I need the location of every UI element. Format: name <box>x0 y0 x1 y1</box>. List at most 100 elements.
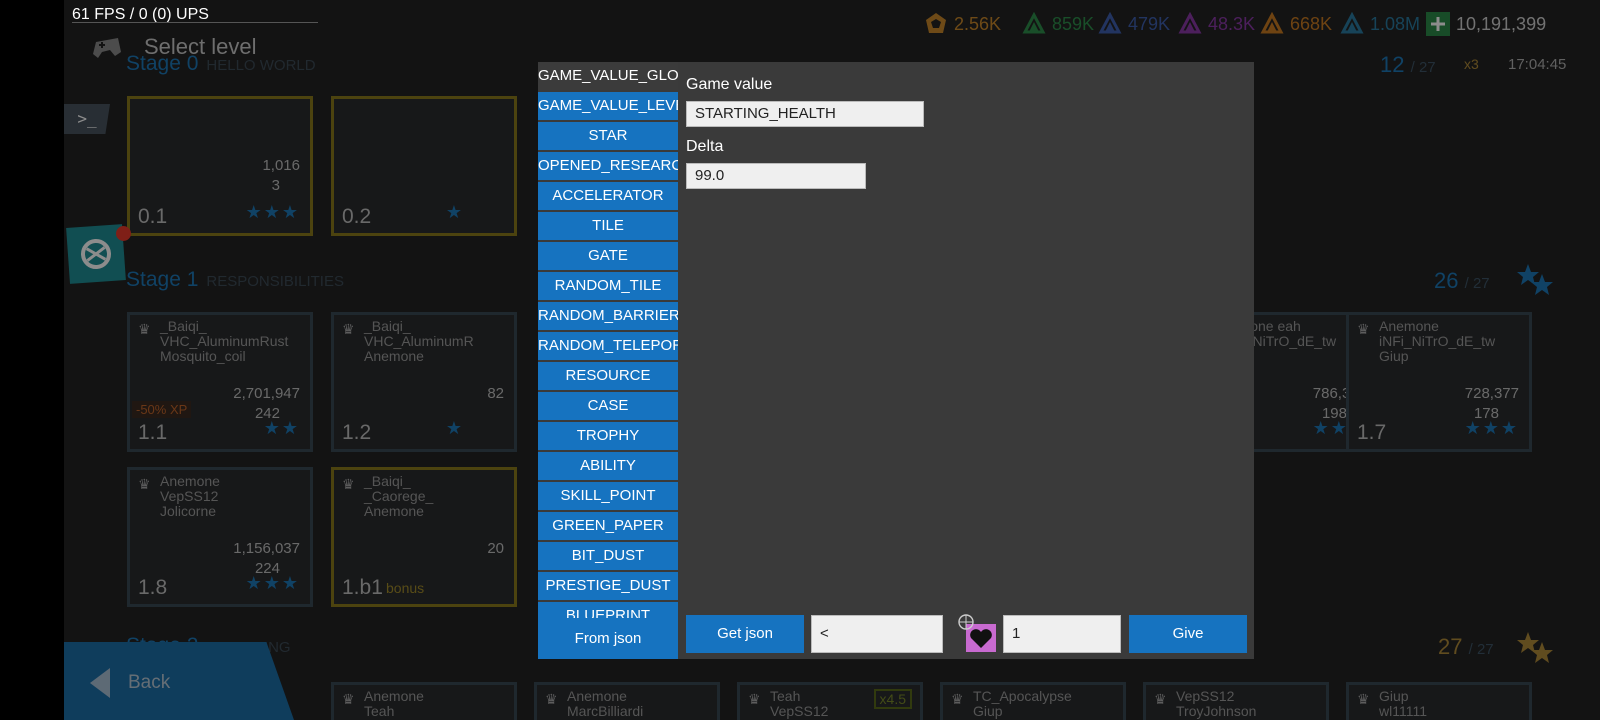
level-waves: 3 <box>271 177 280 194</box>
category-gate[interactable]: GATE <box>538 242 678 270</box>
resource-value: 10,191,399 <box>1456 13 1547 34</box>
resource-teal-crystal: 1.08M <box>1340 12 1420 36</box>
level-card-2-a[interactable]: ♛ Anemone Teah <box>331 682 517 720</box>
level-authors: Anemone VepSS12 Jolicorne <box>160 473 220 519</box>
level-card-0-1[interactable]: 1,016 3 0.1 ★★★ <box>127 96 313 236</box>
category-list[interactable]: GAME_VALUE_GLOBALGAME_VALUE_LEVELSTAROPE… <box>538 62 678 659</box>
heart-icon[interactable] <box>958 614 998 654</box>
amount-input[interactable]: 1 <box>1003 615 1121 653</box>
stage-total: / 27 <box>1464 275 1490 292</box>
level-card-0-2[interactable]: 0.2 ★ <box>331 96 517 236</box>
level-score: 1,016 <box>262 157 300 174</box>
resource-value: 479K <box>1128 13 1171 34</box>
level-card-1-8[interactable]: ♛ Anemone VepSS12 Jolicorne 1,156,037 22… <box>127 467 313 607</box>
level-card-1-1[interactable]: ♛ _Baiqi_ VHC_AluminumRust Mosquito_coil… <box>127 312 313 452</box>
category-prestige-dust[interactable]: PRESTIGE_DUST <box>538 572 678 600</box>
category-random-barrier[interactable]: RANDOM_BARRIER <box>538 302 678 330</box>
teal-crystal-icon <box>1340 12 1364 34</box>
category-resource[interactable]: RESOURCE <box>538 362 678 390</box>
stage-title: Stage 0 <box>126 52 199 75</box>
bonus-badge: bonus <box>386 580 425 596</box>
stage-count: 27 <box>1438 634 1463 659</box>
crown-icon: ♛ <box>138 476 151 492</box>
game-value-input[interactable]: STARTING_HEALTH <box>686 101 924 127</box>
stars-icon <box>1517 264 1553 295</box>
level-authors: Giup wl11111 <box>1379 688 1427 719</box>
give-button[interactable]: Give <box>1129 615 1247 653</box>
category-game-value-global[interactable]: GAME_VALUE_GLOBAL <box>538 62 678 90</box>
back-button[interactable]: Back <box>64 642 294 720</box>
from-json-button[interactable]: From json <box>538 618 678 659</box>
category-random-teleport[interactable]: RANDOM_TELEPORT <box>538 332 678 360</box>
crown-icon: ♛ <box>951 691 964 707</box>
terminal-button[interactable]: >_ <box>64 104 110 134</box>
level-card-2-b[interactable]: ♛ Anemone MarcBilliardi <box>534 682 720 720</box>
level-card-2-f[interactable]: ♛ Giup wl11111 <box>1346 682 1532 720</box>
level-card-1-7[interactable]: ♛ Anemone iNFi_NiTrO_dE_tw Giup 728,377 … <box>1346 312 1532 452</box>
stage-count: 26 <box>1434 268 1459 293</box>
timer-multiplier: x3 <box>1464 56 1479 72</box>
game-value-label: Game value <box>686 76 773 93</box>
delta-input[interactable]: 99.0 <box>686 163 866 189</box>
level-stars: ★★ <box>263 418 300 438</box>
level-card-2-c[interactable]: ♛ Teah VepSS12 x4.5 <box>737 682 923 720</box>
crown-icon: ♛ <box>138 321 151 337</box>
fps-divider <box>72 22 318 23</box>
gold-stars-icon <box>1517 632 1553 663</box>
category-trophy[interactable]: TROPHY <box>538 422 678 450</box>
resource-value: 668K <box>1290 13 1333 34</box>
category-bit-dust[interactable]: BIT_DUST <box>538 542 678 570</box>
category-skill-point[interactable]: SKILL_POINT <box>538 482 678 510</box>
crown-icon: ♛ <box>1357 691 1370 707</box>
delta-label: Delta <box>686 138 724 155</box>
multiplier-badge: x4.5 <box>873 689 912 709</box>
get-json-button[interactable]: Get json <box>686 615 804 653</box>
notification-dot <box>116 226 131 241</box>
level-score: 2,701,947 <box>233 385 300 402</box>
level-authors: _Baiqi_ _Caorege_ Anemone <box>364 473 434 519</box>
stage-0-progress: 12 / 27 <box>1380 52 1436 78</box>
level-number: 1.1 <box>138 421 168 444</box>
resource-coin: 2.56K <box>924 12 1001 36</box>
blue-crystal-icon <box>1098 12 1122 34</box>
level-authors: Anemone MarcBilliardi <box>567 688 644 719</box>
level-card-2-e[interactable]: ♛ VepSS12 TroyJohnson <box>1143 682 1329 720</box>
level-number: 1.7 <box>1357 421 1387 444</box>
level-card-1-b1[interactable]: ♛ _Baiqi_ _Caorege_ Anemone 20 1.b1 bonu… <box>331 467 517 607</box>
crown-icon: ♛ <box>342 321 355 337</box>
category-green-paper[interactable]: GREEN_PAPER <box>538 512 678 540</box>
category-opened-research[interactable]: OPENED_RESEARCH <box>538 152 678 180</box>
purple-crystal-icon <box>1178 12 1202 34</box>
resource-orange-crystal: 668K <box>1260 12 1332 36</box>
level-number: 1.b1 <box>342 576 383 599</box>
category-random-tile[interactable]: RANDOM_TILE <box>538 272 678 300</box>
crown-icon: ♛ <box>1154 691 1167 707</box>
category-star[interactable]: STAR <box>538 122 678 150</box>
level-stars: ★ <box>445 418 464 438</box>
level-stars: ★★★ <box>245 573 300 593</box>
category-game-value-level[interactable]: GAME_VALUE_LEVEL <box>538 92 678 120</box>
gamepad-icon <box>93 38 121 58</box>
give-item-dialog: GAME_VALUE_GLOBALGAME_VALUE_LEVELSTAROPE… <box>538 62 1254 659</box>
level-card-2-d[interactable]: ♛ TC_Apocalypse Giup <box>940 682 1126 720</box>
crown-icon: ♛ <box>342 476 355 492</box>
resource-green-crystal: 859K <box>1022 12 1094 36</box>
resource-plus: 10,191,399 <box>1426 12 1546 36</box>
resource-purple-crystal: 48.3K <box>1178 12 1255 36</box>
orange-crystal-icon <box>1260 12 1284 34</box>
crown-icon: ♛ <box>748 691 761 707</box>
stage-subtitle: RESPONSIBILITIES <box>206 273 344 290</box>
category-case[interactable]: CASE <box>538 392 678 420</box>
level-card-1-2[interactable]: ♛ _Baiqi_ VHC_AluminumR Anemone 82 1.2 ★ <box>331 312 517 452</box>
level-authors: Teah VepSS12 <box>770 688 829 719</box>
category-tile[interactable]: TILE <box>538 212 678 240</box>
level-authors: TC_Apocalypse Giup <box>973 688 1072 719</box>
json-input[interactable]: < <box>811 615 943 653</box>
level-authors: Anemone Teah <box>364 688 424 719</box>
level-stars: ★★★ <box>1464 418 1519 438</box>
stage-total: / 27 <box>1468 641 1494 658</box>
plus-icon <box>1426 12 1450 36</box>
category-ability[interactable]: ABILITY <box>538 452 678 480</box>
category-accelerator[interactable]: ACCELERATOR <box>538 182 678 210</box>
level-stars: ★ <box>445 202 464 222</box>
